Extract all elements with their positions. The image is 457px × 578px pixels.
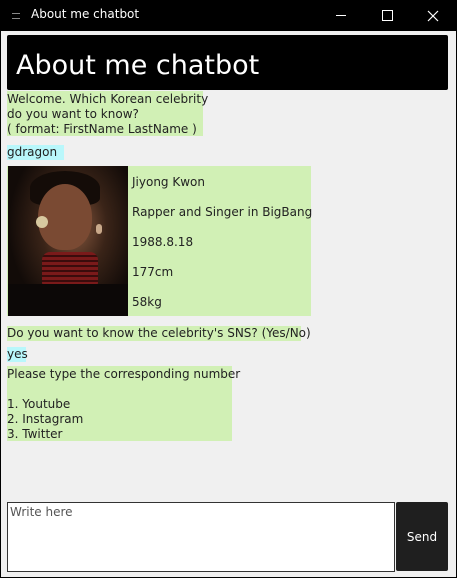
user-message-answer: yes [7, 347, 28, 362]
maximize-button[interactable] [364, 0, 410, 31]
user-message-query: gdragon [7, 145, 64, 160]
minimize-button[interactable] [318, 0, 364, 31]
bot-message-sns-question: Do you want to know the celebrity's SNS?… [7, 326, 311, 341]
profile-weight: 58kg [132, 295, 162, 309]
chat-window: About me chatbot Welcome. Which Korean c… [1, 31, 456, 577]
celebrity-photo [8, 166, 128, 316]
app-icon [12, 13, 20, 19]
maximize-icon [381, 10, 393, 21]
bot-message-sns-options: Please type the corresponding number 1. … [7, 366, 241, 441]
page-title: About me chatbot [16, 50, 260, 81]
profile-birth-date: 1988.8.18 [132, 235, 194, 249]
window-titlebar: About me chatbot [0, 0, 457, 31]
profile-height: 177cm [132, 265, 174, 279]
message-input[interactable] [8, 503, 394, 571]
bot-message-welcome: Welcome. Which Korean celebrity do you w… [7, 91, 209, 136]
close-icon [427, 10, 439, 21]
celebrity-profile-card: Jiyong Kwon Rapper and Singer in BigBang… [7, 166, 313, 316]
profile-name: Jiyong Kwon [132, 175, 205, 189]
send-button[interactable]: Send [396, 502, 448, 571]
close-button[interactable] [410, 0, 456, 31]
profile-occupation: Rapper and Singer in BigBang [132, 205, 313, 219]
app-header: About me chatbot [7, 35, 448, 90]
minimize-icon [336, 15, 346, 16]
message-input-box[interactable] [7, 502, 395, 572]
window-title: About me chatbot [31, 7, 140, 21]
